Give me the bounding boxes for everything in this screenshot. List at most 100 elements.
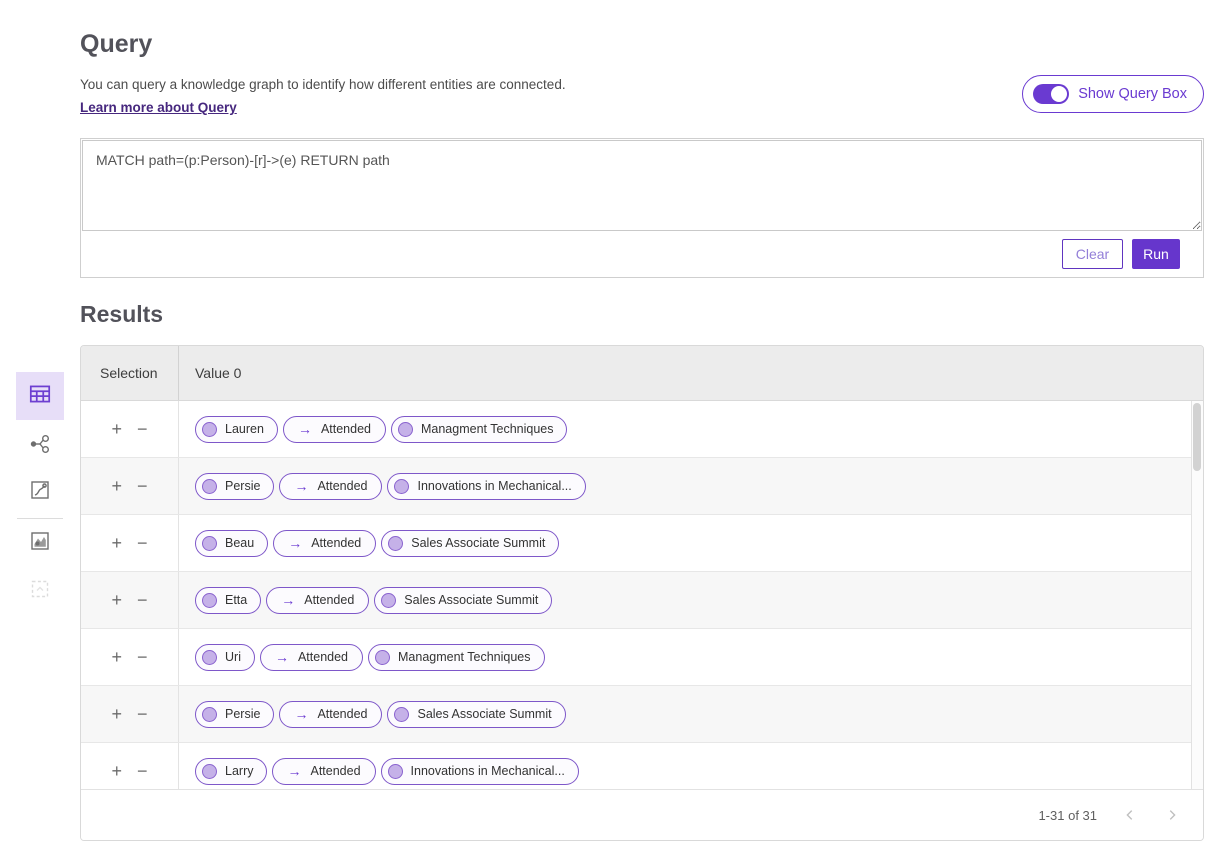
show-query-box-toggle[interactable]: Show Query Box <box>1022 75 1204 113</box>
chart-view-button[interactable] <box>16 478 64 506</box>
table-row: + − Etta → Attended Sales Associate Summi… <box>81 572 1203 629</box>
dashed-box-icon <box>28 577 52 606</box>
add-selection-button[interactable]: + <box>111 477 122 495</box>
value-cell: Larry →Attended Innovations in Mechanica… <box>179 743 1203 790</box>
node-chip[interactable]: Managment Techniques <box>368 644 545 671</box>
node-chip[interactable]: Sales Associate Summit <box>387 701 565 728</box>
remove-selection-button[interactable]: − <box>137 477 148 495</box>
node-chip[interactable]: Sales Associate Summit <box>381 530 559 557</box>
map-view-button[interactable] <box>16 529 64 557</box>
query-input[interactable]: MATCH path=(p:Person)-[r]->(e) RETURN pa… <box>82 140 1202 231</box>
edge-chip[interactable]: → Attended <box>266 587 369 614</box>
node-circle-icon <box>202 707 217 722</box>
table-row: + − Uri →Attended Managment Techniques <box>81 629 1203 686</box>
node-circle-icon <box>394 479 409 494</box>
selection-cell: + − <box>81 743 179 790</box>
node-label: Managment Techniques <box>421 422 554 436</box>
next-page-button[interactable] <box>1163 806 1181 824</box>
node-chip[interactable]: Lauren <box>195 416 278 443</box>
node-circle-icon <box>202 479 217 494</box>
remove-selection-button[interactable]: − <box>137 534 148 552</box>
node-chip[interactable]: Persie <box>195 473 274 500</box>
edge-chip[interactable]: → Attended <box>279 701 382 728</box>
add-selection-button[interactable]: + <box>111 705 122 723</box>
table-icon <box>27 381 53 412</box>
add-selection-button[interactable]: + <box>111 648 122 666</box>
node-chip[interactable]: Innovations in Mechanical... <box>387 473 585 500</box>
node-label: Persie <box>225 479 260 493</box>
run-button[interactable]: Run <box>1132 239 1180 269</box>
column-header-value0: Value 0 <box>179 346 1203 400</box>
toggle-knob <box>1051 86 1067 102</box>
value-cell: Etta → Attended Sales Associate Summit <box>179 572 1203 628</box>
selection-cell: + − <box>81 458 179 514</box>
node-chip[interactable]: Innovations in Mechanical... <box>381 758 579 785</box>
arrow-right-icon: → <box>288 536 302 550</box>
edge-label: Attended <box>304 593 354 607</box>
node-chip[interactable]: Persie <box>195 701 274 728</box>
node-circle-icon <box>202 650 217 665</box>
value-cell: Persie → Attended Sales Associate Summit <box>179 686 1203 742</box>
node-label: Innovations in Mechanical... <box>411 764 565 778</box>
node-label: Larry <box>225 764 253 778</box>
node-chip[interactable]: Managment Techniques <box>391 416 568 443</box>
node-label: Managment Techniques <box>398 650 531 664</box>
map-box-icon <box>28 529 52 558</box>
remove-selection-button[interactable]: − <box>137 762 148 780</box>
chevron-right-icon <box>1165 808 1179 822</box>
add-selection-button[interactable]: + <box>111 420 122 438</box>
remove-selection-button[interactable]: − <box>137 705 148 723</box>
arrow-right-icon: → <box>281 593 295 607</box>
link-chart-icon <box>28 432 52 461</box>
arrow-right-icon: → <box>294 707 308 721</box>
remove-selection-button[interactable]: − <box>137 420 148 438</box>
table-row: + − Beau → Attended Sales Associate Summi… <box>81 515 1203 572</box>
node-chip[interactable]: Etta <box>195 587 261 614</box>
edge-chip[interactable]: →Attended <box>272 758 375 785</box>
arrow-right-icon: → <box>287 764 301 778</box>
table-scrollbar[interactable] <box>1191 401 1203 790</box>
add-selection-button[interactable]: + <box>111 762 122 780</box>
edge-label: Attended <box>311 536 361 550</box>
node-chip[interactable]: Larry <box>195 758 267 785</box>
link-chart-view-button[interactable] <box>16 432 64 460</box>
edge-label: Attended <box>317 707 367 721</box>
node-circle-icon <box>202 536 217 551</box>
previous-page-button[interactable] <box>1121 806 1139 824</box>
node-chip[interactable]: Sales Associate Summit <box>374 587 552 614</box>
node-label: Persie <box>225 707 260 721</box>
query-page: Query You can query a knowledge graph to… <box>80 0 1204 855</box>
node-chip[interactable]: Beau <box>195 530 268 557</box>
extra-view-button-disabled <box>16 577 64 605</box>
selection-cell: + − <box>81 629 179 685</box>
remove-selection-button[interactable]: − <box>137 591 148 609</box>
node-label: Innovations in Mechanical... <box>417 479 571 493</box>
toggle-switch-icon[interactable] <box>1033 84 1069 104</box>
table-view-button[interactable] <box>16 372 64 420</box>
chart-box-icon <box>28 478 52 507</box>
value-cell: Uri →Attended Managment Techniques <box>179 629 1203 685</box>
node-circle-icon <box>202 764 217 779</box>
column-header-selection: Selection <box>81 346 179 400</box>
query-actions: Clear Run <box>81 231 1203 277</box>
edge-chip[interactable]: → Attended <box>273 530 376 557</box>
clear-button[interactable]: Clear <box>1062 239 1123 269</box>
scrollbar-thumb[interactable] <box>1193 403 1201 471</box>
value-cell: Lauren →Attended Managment Techniques <box>179 401 1203 457</box>
learn-more-link[interactable]: Learn more about Query <box>80 100 237 115</box>
selection-cell: + − <box>81 686 179 742</box>
add-selection-button[interactable]: + <box>111 591 122 609</box>
node-label: Uri <box>225 650 241 664</box>
edge-chip[interactable]: →Attended <box>283 416 386 443</box>
remove-selection-button[interactable]: − <box>137 648 148 666</box>
table-row: + − Larry →Attended Innovations in Mecha… <box>81 743 1203 790</box>
node-chip[interactable]: Uri <box>195 644 255 671</box>
node-label: Etta <box>225 593 247 607</box>
table-footer: 1-31 of 31 <box>81 789 1203 840</box>
results-view-rail <box>16 372 64 617</box>
edge-chip[interactable]: →Attended <box>260 644 363 671</box>
node-label: Lauren <box>225 422 264 436</box>
edge-chip[interactable]: →Attended <box>279 473 382 500</box>
node-label: Sales Associate Summit <box>411 536 545 550</box>
add-selection-button[interactable]: + <box>111 534 122 552</box>
